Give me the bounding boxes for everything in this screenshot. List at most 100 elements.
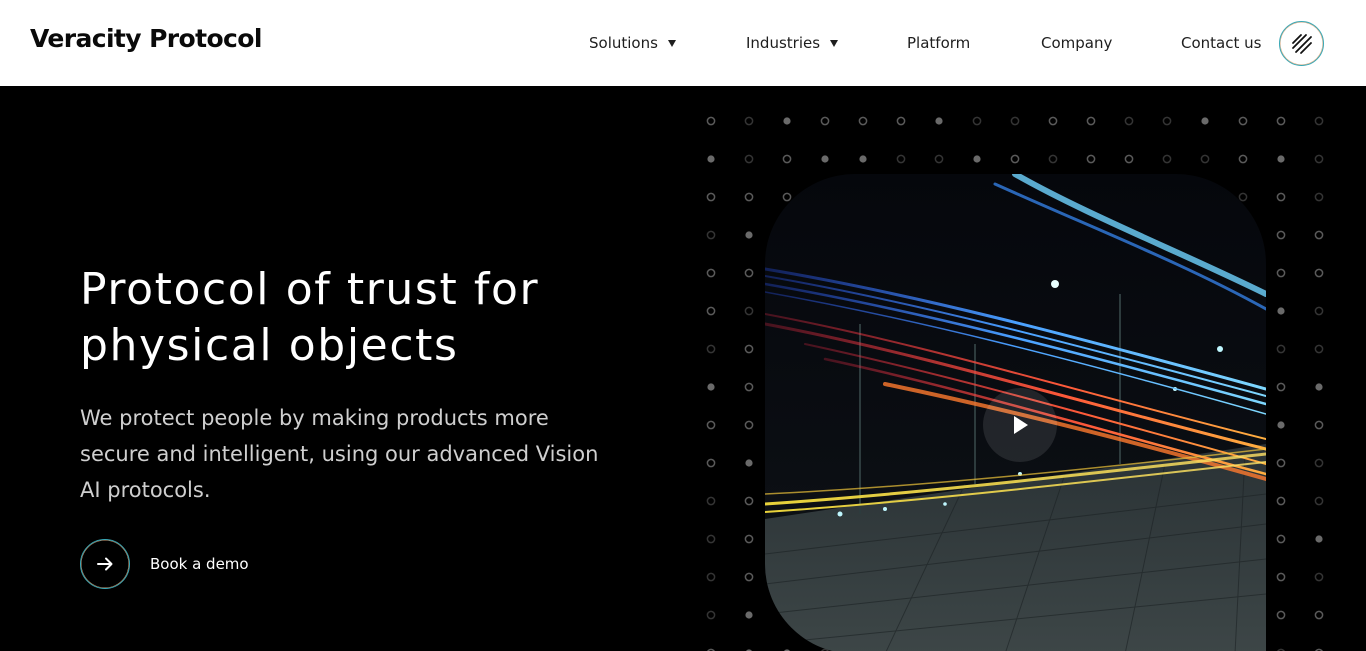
nav-label: Company: [1041, 34, 1113, 52]
grid-dot: [744, 496, 754, 506]
nav-company[interactable]: Company: [1041, 34, 1112, 52]
grid-dot: [1276, 534, 1286, 544]
grid-dot: [1276, 344, 1286, 354]
grid-dot: [1276, 572, 1286, 582]
grid-dot: [1086, 154, 1096, 164]
grid-dot: [744, 154, 754, 164]
nav-solutions[interactable]: Solutions: [589, 34, 676, 52]
grid-dot: [1238, 192, 1248, 202]
play-icon: [1014, 416, 1028, 434]
grid-dot: [1276, 268, 1286, 278]
grid-dot: [1314, 496, 1324, 506]
grid-dot: [1048, 154, 1058, 164]
grid-dot: [1238, 116, 1248, 126]
caret-down-icon: [830, 40, 839, 47]
grid-dot: [744, 534, 754, 544]
grid-dot: [744, 344, 754, 354]
caret-down-icon: [667, 40, 676, 47]
headline-line-1: Protocol of trust for: [80, 264, 540, 315]
grid-dot: [934, 154, 944, 164]
grid-dot: [1314, 610, 1324, 620]
grid-dot: [706, 230, 716, 240]
grid-dot: [1277, 421, 1285, 429]
grid-dot: [706, 268, 716, 278]
grid-dot: [706, 458, 716, 468]
grid-dot: [744, 420, 754, 430]
grid-dot: [1276, 230, 1286, 240]
arrow-right-icon: [97, 557, 113, 571]
nav-industries[interactable]: Industries: [746, 34, 839, 52]
grid-dot: [1314, 572, 1324, 582]
logo[interactable]: Veracity Protocol: [30, 24, 262, 53]
grid-dot: [706, 344, 716, 354]
grid-dot: [972, 116, 982, 126]
grid-dot: [1314, 116, 1324, 126]
nav-label: Solutions: [589, 34, 658, 52]
nav-platform[interactable]: Platform: [907, 34, 970, 52]
grid-dot: [1314, 420, 1324, 430]
headline-line-2: physical objects: [80, 320, 459, 371]
brand-mark-button[interactable]: [1279, 21, 1324, 66]
nav-contact-us[interactable]: Contact us: [1181, 34, 1261, 52]
grid-dot: [1277, 155, 1285, 163]
grid-dot: [707, 155, 715, 163]
grid-dot: [1010, 116, 1020, 126]
site-header: Veracity Protocol Solutions Industries P…: [0, 0, 1366, 86]
grid-dot: [706, 610, 716, 620]
grid-dot: [1314, 154, 1324, 164]
grid-dot: [745, 611, 753, 619]
grid-dot: [706, 116, 716, 126]
grid-dot: [1276, 116, 1286, 126]
play-video-button[interactable]: [983, 388, 1057, 462]
grid-dot: [783, 117, 791, 125]
grid-dot: [706, 572, 716, 582]
grid-dot: [1124, 154, 1134, 164]
grid-dot: [1315, 383, 1323, 391]
grid-dot: [820, 116, 830, 126]
grid-dot: [706, 534, 716, 544]
hero-section: Protocol of trust for physical objects W…: [0, 86, 1366, 651]
grid-dot: [858, 116, 868, 126]
nav-label: Industries: [746, 34, 821, 52]
grid-dot: [1010, 154, 1020, 164]
grid-dot: [1276, 458, 1286, 468]
book-demo-link[interactable]: Book a demo: [150, 555, 249, 573]
grid-dot: [1200, 154, 1210, 164]
grid-dot: [745, 459, 753, 467]
nav-label: Contact us: [1181, 34, 1262, 52]
grid-dot: [706, 192, 716, 202]
grid-dot: [744, 572, 754, 582]
grid-dot: [744, 192, 754, 202]
grid-dot: [1276, 610, 1286, 620]
grid-dot: [1162, 116, 1172, 126]
grid-dot: [1086, 116, 1096, 126]
grid-dot: [782, 192, 792, 202]
grid-dot: [707, 383, 715, 391]
grid-dot: [1277, 307, 1285, 315]
grid-dot: [744, 382, 754, 392]
grid-dot: [821, 155, 829, 163]
grid-dot: [1314, 230, 1324, 240]
grid-dot: [1238, 154, 1248, 164]
grid-dot: [1276, 382, 1286, 392]
book-demo-button[interactable]: [80, 539, 130, 589]
grid-dot: [935, 117, 943, 125]
grid-dot: [1276, 192, 1286, 202]
hero-headline: Protocol of trust for physical objects: [80, 262, 640, 374]
grid-dot: [706, 496, 716, 506]
grid-dot: [1314, 344, 1324, 354]
hero-subhead: We protect people by making products mor…: [80, 406, 599, 502]
grid-dot: [744, 268, 754, 278]
grid-dot: [744, 116, 754, 126]
grid-dot: [1124, 116, 1134, 126]
grid-dot: [896, 154, 906, 164]
grid-dot: [973, 155, 981, 163]
grid-dot: [896, 116, 906, 126]
grid-dot: [745, 231, 753, 239]
grid-dot: [1314, 458, 1324, 468]
grid-dot: [706, 420, 716, 430]
grid-dot: [1314, 268, 1324, 278]
veracity-mark-icon: [1291, 33, 1312, 54]
grid-dot: [1314, 192, 1324, 202]
grid-dot: [744, 306, 754, 316]
